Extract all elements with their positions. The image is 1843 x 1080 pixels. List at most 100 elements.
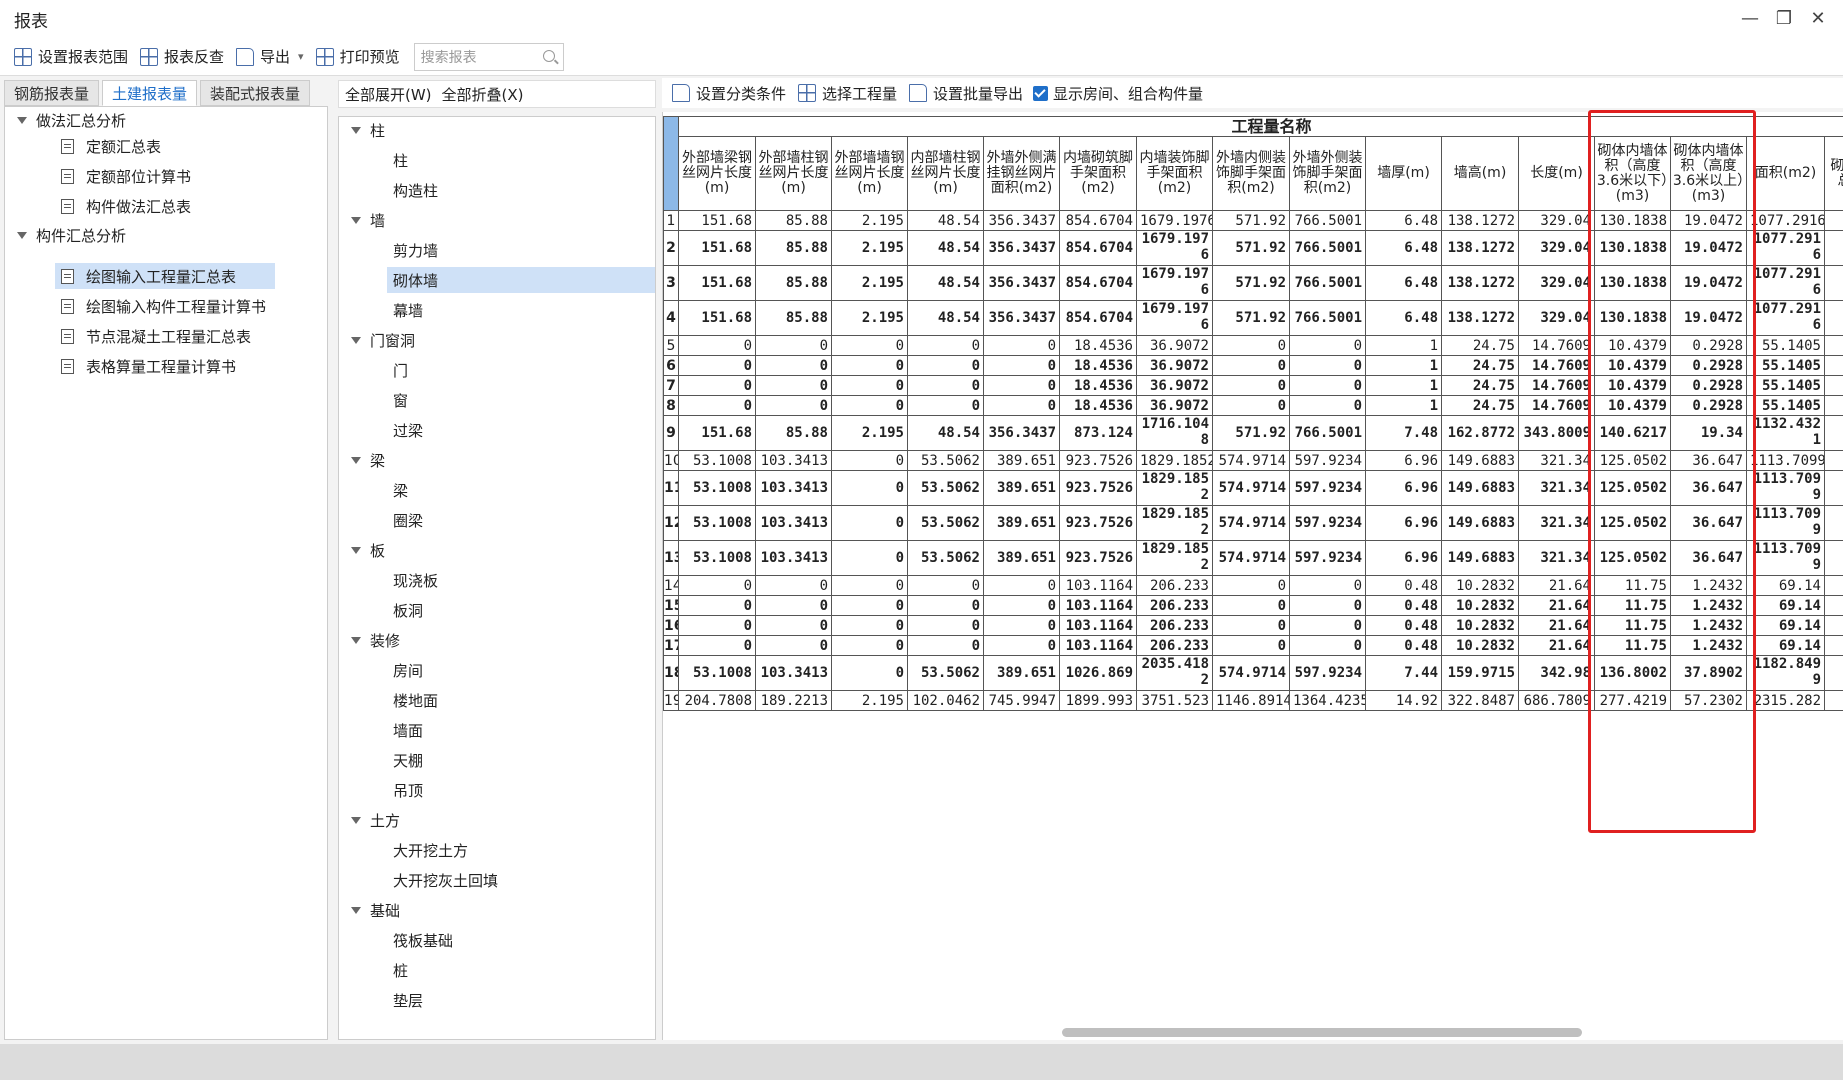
table-cell[interactable]: 0 — [983, 595, 1060, 616]
tree-item-node-concrete[interactable]: 节点混凝土工程量汇总表 — [61, 323, 251, 349]
table-cell[interactable]: 0 — [1289, 615, 1366, 636]
table-cell[interactable]: 0.48 — [1365, 635, 1442, 656]
table-cell[interactable]: 7 — [1823, 300, 1843, 336]
table-cell[interactable]: 0 — [831, 375, 908, 396]
table-cell[interactable]: 571.92 — [1212, 210, 1290, 231]
table-cell[interactable]: 389.651 — [983, 470, 1060, 506]
table-cell[interactable]: 6.96 — [1365, 505, 1442, 541]
expand-arrow-icon[interactable] — [351, 126, 361, 134]
table-cell[interactable]: 1026.869 — [1059, 655, 1137, 691]
component-item[interactable]: 垫层 — [393, 987, 423, 1013]
table-cell[interactable]: 10.2832 — [1441, 615, 1519, 636]
table-cell[interactable]: 1 — [1365, 355, 1442, 376]
row-number[interactable]: 10 — [663, 450, 679, 471]
table-cell[interactable]: 0 — [983, 615, 1060, 636]
table-cell[interactable]: 1679.1976 — [1136, 210, 1213, 231]
table-cell[interactable]: 1829.1852 — [1136, 540, 1213, 576]
table-cell[interactable]: 48.54 — [907, 265, 984, 301]
table-cell[interactable]: 0 — [831, 575, 908, 596]
component-item[interactable]: 柱 — [393, 147, 408, 173]
column-header[interactable]: 外墙外侧装饰脚手架面积(m2) — [1289, 136, 1366, 211]
table-cell[interactable]: 21.64 — [1518, 615, 1595, 636]
table-cell[interactable]: 10.4379 — [1594, 335, 1671, 356]
table-cell[interactable]: 2.195 — [831, 415, 908, 451]
table-cell[interactable]: 85.88 — [755, 210, 832, 231]
table-cell[interactable]: 1.2432 — [1670, 635, 1747, 656]
table-cell[interactable]: 1077.2916 — [1746, 300, 1825, 336]
table-cell[interactable]: 18.4536 — [1059, 335, 1137, 356]
column-header[interactable]: 外部墙墙钢丝网片长度(m) — [831, 136, 908, 211]
table-cell[interactable]: 0 — [1289, 375, 1366, 396]
table-cell[interactable]: 389.651 — [983, 505, 1060, 541]
table-cell[interactable]: 571.92 — [1212, 265, 1290, 301]
table-cell[interactable]: 36.9072 — [1136, 335, 1213, 356]
table-cell[interactable]: 1679.1976 — [1136, 265, 1213, 301]
table-cell[interactable]: 0 — [983, 355, 1060, 376]
table-cell[interactable]: 14.7609 — [1518, 375, 1595, 396]
table-cell[interactable]: 322.8487 — [1441, 690, 1519, 711]
column-header[interactable]: 砌体总 — [1823, 136, 1843, 211]
chevron-down-icon[interactable]: ▾ — [298, 50, 304, 63]
table-cell[interactable]: 0 — [831, 655, 908, 691]
table-cell[interactable]: 356.3437 — [983, 300, 1060, 336]
table-cell[interactable]: 103.3413 — [755, 655, 832, 691]
table-cell[interactable]: 1077.2916 — [1746, 230, 1825, 266]
table-cell[interactable]: 1113.7099 — [1746, 540, 1825, 576]
table-cell[interactable]: 7 — [1823, 210, 1843, 231]
table-cell[interactable]: 149.6883 — [1441, 505, 1519, 541]
column-header[interactable]: 砌体内墙体积（高度3.6米以上）(m3) — [1670, 136, 1747, 211]
table-cell[interactable]: 53.1008 — [678, 655, 756, 691]
component-item[interactable]: 梁 — [393, 477, 408, 503]
component-item[interactable]: 大开挖灰土回填 — [393, 867, 498, 893]
table-cell[interactable]: 55.1405 — [1746, 355, 1825, 376]
table-cell[interactable]: 138.1272 — [1441, 265, 1519, 301]
table-cell[interactable]: 85.88 — [755, 300, 832, 336]
table-cell[interactable]: 0 — [983, 635, 1060, 656]
table-cell[interactable]: 0 — [1212, 355, 1290, 376]
table-row[interactable]: 19204.7808189.22132.195102.0462745.99471… — [663, 690, 1843, 711]
table-cell[interactable]: 4 — [1823, 505, 1843, 541]
table-cell[interactable]: 1829.1852 — [1136, 450, 1213, 471]
table-cell[interactable]: 162.8772 — [1441, 415, 1519, 451]
table-cell[interactable]: 149.6883 — [1441, 540, 1519, 576]
table-cell[interactable]: 0 — [1212, 375, 1290, 396]
table-cell[interactable]: 597.9234 — [1289, 655, 1366, 691]
tab-rebar-report[interactable]: 钢筋报表量 — [4, 80, 100, 106]
table-cell[interactable]: 0 — [1289, 395, 1366, 416]
table-cell[interactable]: 53.5062 — [907, 470, 984, 506]
table-cell[interactable]: 321.34 — [1518, 450, 1595, 471]
table-cell[interactable]: 574.9714 — [1212, 655, 1290, 691]
table-cell[interactable]: 356.3437 — [983, 210, 1060, 231]
tree-group-component[interactable]: 构件汇总分析 — [17, 222, 126, 248]
table-cell[interactable]: 140.6217 — [1594, 415, 1671, 451]
table-cell[interactable]: 7 — [1823, 690, 1843, 711]
table-row[interactable]: 6 0 0 0 0 0 18.4536 36.9072 0 0 1 24.75 14.7609 10.43… — [663, 355, 1843, 376]
table-cell[interactable]: 18.4536 — [1059, 375, 1137, 396]
table-cell[interactable]: 4 — [1823, 655, 1843, 691]
table-cell[interactable]: 766.5001 — [1289, 230, 1366, 266]
table-cell[interactable]: 149.6883 — [1441, 470, 1519, 506]
table-cell[interactable]: 206.233 — [1136, 635, 1213, 656]
table-cell[interactable]: 103.3413 — [755, 450, 832, 471]
report-search-input[interactable]: 搜索报表 — [413, 42, 564, 71]
table-cell[interactable]: 6.48 — [1365, 265, 1442, 301]
table-cell[interactable]: 0 — [831, 450, 908, 471]
table-cell[interactable]: 36.647 — [1670, 540, 1747, 576]
table-cell[interactable]: 0 — [1212, 635, 1290, 656]
expand-all-button[interactable]: 全部展开(W) — [345, 84, 432, 105]
row-number[interactable]: 16 — [663, 615, 679, 636]
table-row[interactable]: 2 151.68 85.88 2.195 48.54 356.3437 854.6704 16… — [663, 230, 1843, 266]
table-cell[interactable]: 2.195 — [831, 210, 908, 231]
table-row[interactable]: 9 151.68 85.88 2.195 48.54 356.3437 873.124 171… — [663, 415, 1843, 451]
table-cell[interactable]: 277.4219 — [1594, 690, 1671, 711]
table-cell[interactable]: 21.64 — [1518, 575, 1595, 596]
table-cell[interactable]: 53.5062 — [907, 450, 984, 471]
table-row[interactable]: 1600000103.1164206.233000.4810.283221.64… — [663, 615, 1843, 636]
column-header[interactable]: 外部墙柱钢丝网片长度(m) — [755, 136, 832, 211]
table-cell[interactable]: 102.0462 — [907, 690, 984, 711]
table-cell[interactable]: 1829.1852 — [1136, 470, 1213, 506]
table-cell[interactable]: 19.0472 — [1670, 210, 1747, 231]
table-cell[interactable]: 55.1405 — [1746, 335, 1825, 356]
restore-icon[interactable]: ❐ — [1772, 8, 1796, 29]
print-preview-button[interactable]: 打印预览 — [312, 42, 408, 72]
